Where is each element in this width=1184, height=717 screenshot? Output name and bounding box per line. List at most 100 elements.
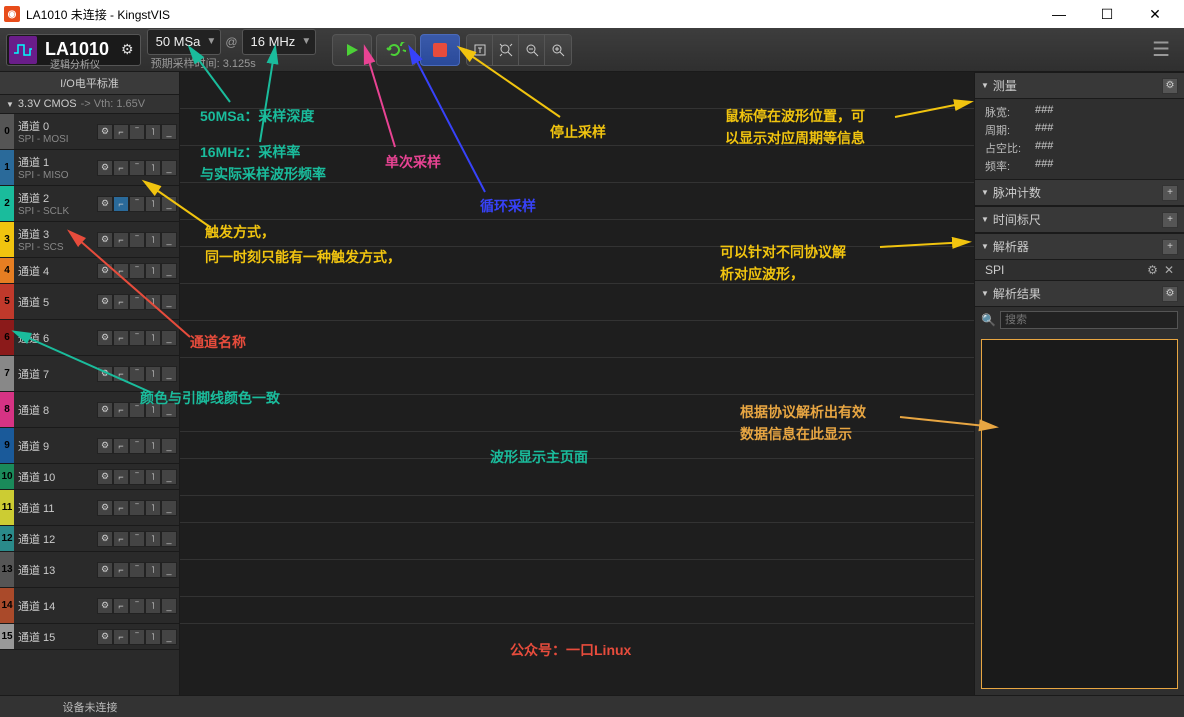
close-button[interactable]: ✕: [1140, 6, 1170, 23]
channel-high-button[interactable]: ‾: [129, 500, 145, 516]
channel-low-button[interactable]: _: [161, 232, 177, 248]
channel-low-button[interactable]: _: [161, 263, 177, 279]
waveform-lane[interactable]: [180, 220, 974, 247]
channel-falling-edge-button[interactable]: ˥: [145, 598, 161, 614]
waveform-lane[interactable]: [180, 284, 974, 321]
channel-high-button[interactable]: ‾: [129, 294, 145, 310]
waveform-lane[interactable]: [180, 432, 974, 459]
channel-rising-edge-button[interactable]: ⌐: [113, 232, 129, 248]
channel-low-button[interactable]: _: [161, 438, 177, 454]
channel-rising-edge-button[interactable]: ⌐: [113, 500, 129, 516]
channel-high-button[interactable]: ‾: [129, 124, 145, 140]
channel-high-button[interactable]: ‾: [129, 438, 145, 454]
waveform-lane[interactable]: [180, 247, 974, 284]
waveform-area[interactable]: 50MSa：采样深度 16MHz：采样率 与实际采样波形频率 单次采样 循环采样…: [180, 72, 974, 695]
channel-high-button[interactable]: ‾: [129, 531, 145, 547]
zoom-in-button[interactable]: [545, 35, 571, 65]
channel-low-button[interactable]: _: [161, 531, 177, 547]
waveform-lane[interactable]: [180, 459, 974, 496]
channel-falling-edge-button[interactable]: ˥: [145, 263, 161, 279]
channel-gear-button[interactable]: ⚙: [97, 531, 113, 547]
channel-low-button[interactable]: _: [161, 500, 177, 516]
channel-rising-edge-button[interactable]: ⌐: [113, 402, 129, 418]
channel-low-button[interactable]: _: [161, 562, 177, 578]
analyzer-header[interactable]: ▼ 解析器 +: [975, 233, 1184, 260]
gear-icon[interactable]: ⚙: [1147, 263, 1158, 277]
channel-rising-edge-button[interactable]: ⌐: [113, 531, 129, 547]
add-icon[interactable]: +: [1162, 239, 1178, 255]
channel-high-button[interactable]: ‾: [129, 562, 145, 578]
analyzer-item-spi[interactable]: SPI ⚙ ✕: [975, 260, 1184, 280]
channel-falling-edge-button[interactable]: ˥: [145, 500, 161, 516]
close-icon[interactable]: ✕: [1164, 263, 1174, 277]
channel-high-button[interactable]: ‾: [129, 469, 145, 485]
channel-rising-edge-button[interactable]: ⌐: [113, 629, 129, 645]
channel-falling-edge-button[interactable]: ˥: [145, 562, 161, 578]
time-ruler-header[interactable]: ▼ 时间标尺 +: [975, 206, 1184, 233]
single-capture-button[interactable]: [332, 34, 372, 66]
loop-capture-button[interactable]: [376, 34, 416, 66]
channel-gear-button[interactable]: ⚙: [97, 562, 113, 578]
channel-high-button[interactable]: ‾: [129, 160, 145, 176]
sample-depth-select[interactable]: 50 MSa ▼: [147, 29, 222, 55]
menu-button[interactable]: ☰: [1152, 37, 1178, 62]
channel-falling-edge-button[interactable]: ˥: [145, 366, 161, 382]
channel-falling-edge-button[interactable]: ˥: [145, 330, 161, 346]
pulse-count-header[interactable]: ▼ 脉冲计数 +: [975, 179, 1184, 206]
add-icon[interactable]: +: [1162, 212, 1178, 228]
waveform-lane[interactable]: [180, 523, 974, 560]
channel-gear-button[interactable]: ⚙: [97, 469, 113, 485]
gear-icon[interactable]: ⚙: [1162, 78, 1178, 94]
channel-low-button[interactable]: _: [161, 330, 177, 346]
channel-falling-edge-button[interactable]: ˥: [145, 232, 161, 248]
channel-rising-edge-button[interactable]: ⌐: [113, 469, 129, 485]
channel-gear-button[interactable]: ⚙: [97, 330, 113, 346]
channel-high-button[interactable]: ‾: [129, 629, 145, 645]
channel-gear-button[interactable]: ⚙: [97, 438, 113, 454]
channel-gear-button[interactable]: ⚙: [97, 124, 113, 140]
device-settings-button[interactable]: ⚙: [115, 41, 140, 58]
channel-low-button[interactable]: _: [161, 294, 177, 310]
channel-high-button[interactable]: ‾: [129, 263, 145, 279]
sample-rate-select[interactable]: 16 MHz ▼: [242, 29, 317, 55]
waveform-lane[interactable]: [180, 72, 974, 109]
minimize-button[interactable]: —: [1044, 6, 1074, 23]
channel-rising-edge-button[interactable]: ⌐: [113, 294, 129, 310]
result-header[interactable]: ▼ 解析结果 ⚙: [975, 280, 1184, 307]
channel-rising-edge-button[interactable]: ⌐: [113, 438, 129, 454]
channel-gear-button[interactable]: ⚙: [97, 402, 113, 418]
channel-gear-button[interactable]: ⚙: [97, 160, 113, 176]
channel-gear-button[interactable]: ⚙: [97, 294, 113, 310]
channel-low-button[interactable]: _: [161, 366, 177, 382]
channel-falling-edge-button[interactable]: ˥: [145, 294, 161, 310]
channel-falling-edge-button[interactable]: ˥: [145, 629, 161, 645]
channel-falling-edge-button[interactable]: ˥: [145, 469, 161, 485]
waveform-lane[interactable]: [180, 395, 974, 432]
waveform-lane[interactable]: [180, 496, 974, 523]
channel-rising-edge-button[interactable]: ⌐: [113, 124, 129, 140]
channel-high-button[interactable]: ‾: [129, 330, 145, 346]
channel-gear-button[interactable]: ⚙: [97, 629, 113, 645]
add-icon[interactable]: +: [1162, 185, 1178, 201]
channel-rising-edge-button[interactable]: ⌐: [113, 160, 129, 176]
channel-rising-edge-button[interactable]: ⌐: [113, 330, 129, 346]
waveform-lane[interactable]: [180, 358, 974, 395]
channel-gear-button[interactable]: ⚙: [97, 366, 113, 382]
channel-rising-edge-button[interactable]: ⌐: [113, 196, 129, 212]
channel-rising-edge-button[interactable]: ⌐: [113, 366, 129, 382]
channel-high-button[interactable]: ‾: [129, 598, 145, 614]
channel-falling-edge-button[interactable]: ˥: [145, 160, 161, 176]
zoom-out-button[interactable]: [519, 35, 545, 65]
channel-low-button[interactable]: _: [161, 160, 177, 176]
channel-gear-button[interactable]: ⚙: [97, 500, 113, 516]
channel-falling-edge-button[interactable]: ˥: [145, 531, 161, 547]
result-search-input[interactable]: [1000, 311, 1178, 329]
channel-rising-edge-button[interactable]: ⌐: [113, 598, 129, 614]
channel-gear-button[interactable]: ⚙: [97, 232, 113, 248]
channel-gear-button[interactable]: ⚙: [97, 263, 113, 279]
channel-low-button[interactable]: _: [161, 629, 177, 645]
channel-gear-button[interactable]: ⚙: [97, 196, 113, 212]
stop-capture-button[interactable]: [420, 34, 460, 66]
channel-falling-edge-button[interactable]: ˥: [145, 124, 161, 140]
channel-rising-edge-button[interactable]: ⌐: [113, 562, 129, 578]
